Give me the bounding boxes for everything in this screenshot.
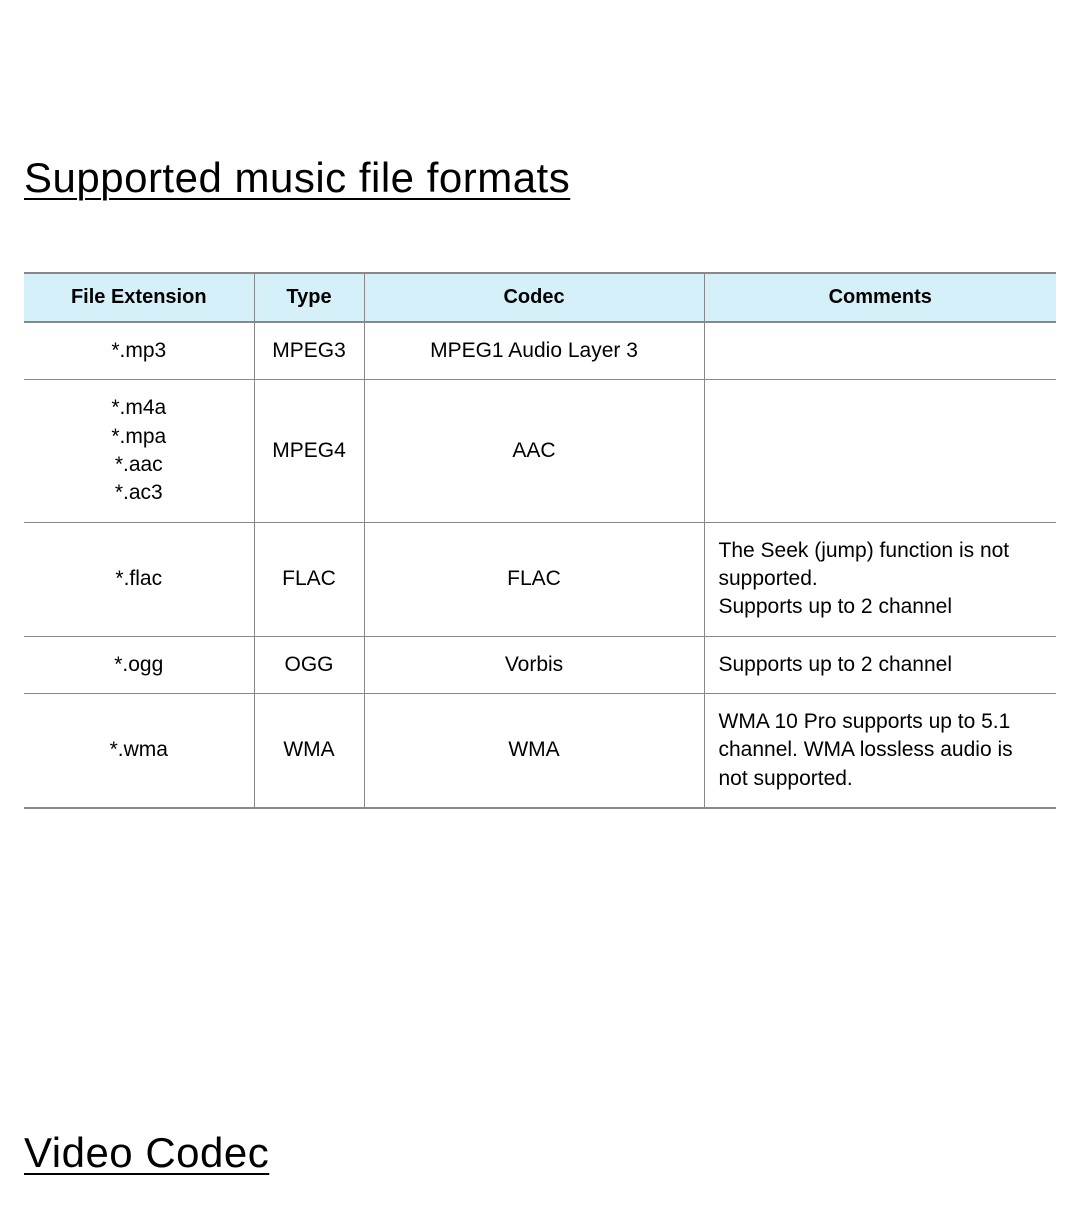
cell-codec: AAC	[364, 380, 704, 522]
cell-file-extension: *.ogg	[24, 636, 254, 693]
cell-comments	[704, 380, 1056, 522]
col-header-file-extension: File Extension	[24, 273, 254, 322]
cell-comments: The Seek (jump) function is not supporte…	[704, 522, 1056, 636]
table-header-row: File Extension Type Codec Comments	[24, 273, 1056, 322]
col-header-codec: Codec	[364, 273, 704, 322]
cell-codec: WMA	[364, 694, 704, 809]
cell-codec: FLAC	[364, 522, 704, 636]
document-page: Supported music file formats File Extens…	[0, 0, 1080, 1217]
table-row: *.ogg OGG Vorbis Supports up to 2 channe…	[24, 636, 1056, 693]
cell-codec: Vorbis	[364, 636, 704, 693]
section-heading-video-codec: Video Codec	[24, 1129, 1056, 1177]
cell-file-extension: *.wma	[24, 694, 254, 809]
col-header-comments: Comments	[704, 273, 1056, 322]
col-header-type: Type	[254, 273, 364, 322]
cell-type: OGG	[254, 636, 364, 693]
section-heading-music-formats: Supported music file formats	[24, 154, 1056, 202]
cell-file-extension: *.mp3	[24, 322, 254, 380]
music-formats-table: File Extension Type Codec Comments *.mp3…	[24, 272, 1056, 809]
cell-comments: Supports up to 2 channel	[704, 636, 1056, 693]
cell-codec: MPEG1 Audio Layer 3	[364, 322, 704, 380]
cell-file-extension: *.flac	[24, 522, 254, 636]
cell-type: WMA	[254, 694, 364, 809]
cell-type: FLAC	[254, 522, 364, 636]
cell-type: MPEG4	[254, 380, 364, 522]
table-row: *.m4a *.mpa *.aac *.ac3 MPEG4 AAC	[24, 380, 1056, 522]
cell-type: MPEG3	[254, 322, 364, 380]
table-row: *.mp3 MPEG3 MPEG1 Audio Layer 3	[24, 322, 1056, 380]
cell-comments	[704, 322, 1056, 380]
table-row: *.flac FLAC FLAC The Seek (jump) functio…	[24, 522, 1056, 636]
table-row: *.wma WMA WMA WMA 10 Pro supports up to …	[24, 694, 1056, 809]
cell-file-extension: *.m4a *.mpa *.aac *.ac3	[24, 380, 254, 522]
cell-comments: WMA 10 Pro supports up to 5.1 channel. W…	[704, 694, 1056, 809]
